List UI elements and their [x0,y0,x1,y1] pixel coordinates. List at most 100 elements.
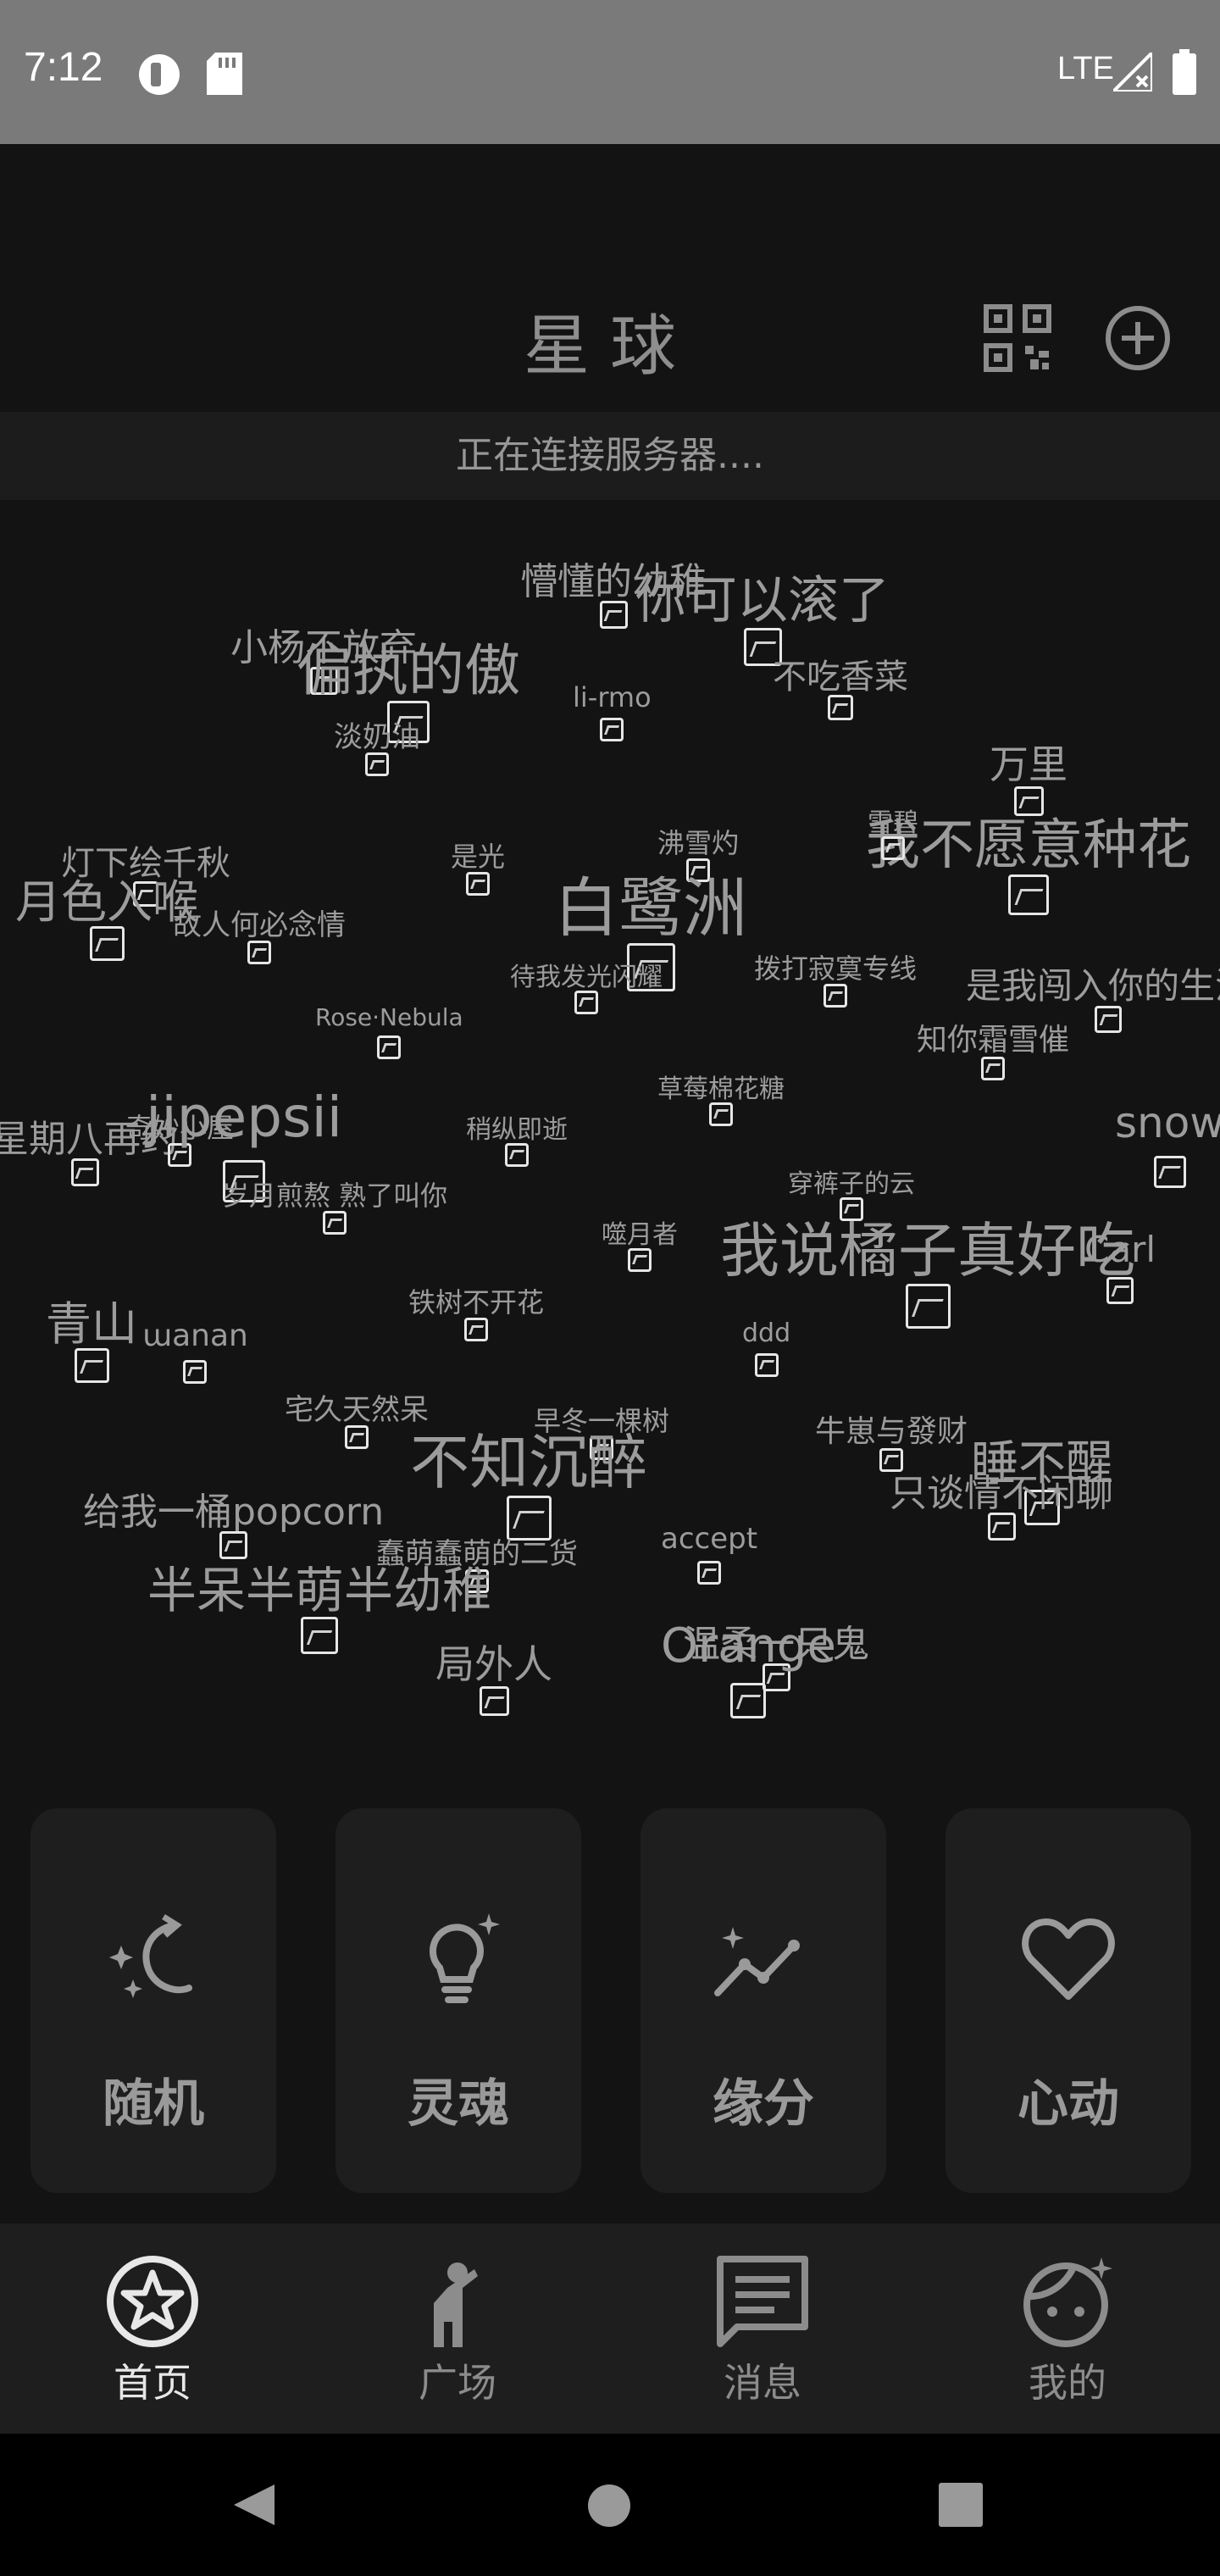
avatar-placeholder-icon[interactable] [479,1686,509,1717]
avatar-placeholder-icon[interactable] [905,1283,951,1329]
random-match-card[interactable]: 随机 [30,1808,276,2193]
cloud-user-name[interactable]: 雪碧 [868,802,918,839]
nav-label: 我的 [1029,2360,1106,2406]
cloud-user-name[interactable]: 拨打寂寞专线 [754,947,917,986]
card-label: 随机 [103,2074,204,2134]
avatar-placeholder-icon[interactable] [466,872,490,897]
vpn-icon [139,54,180,95]
network-type: LTE [1057,51,1114,86]
avatar-placeholder-icon[interactable] [697,1560,722,1585]
cloud-user-name[interactable]: 故人何必念情 [173,902,346,943]
profile-face-icon [1023,2257,1112,2347]
avatar-placeholder-icon[interactable] [628,1247,652,1272]
cloud-user-name[interactable]: Orange [661,1618,836,1674]
message-icon [717,2256,808,2347]
nav-home[interactable]: 首页 [0,2223,305,2434]
cloud-user-name[interactable]: 草莓棉花糖 [657,1068,785,1105]
cloud-user-name[interactable]: 噬月者 [602,1213,678,1251]
cloud-user-name[interactable]: li-rmo [573,681,652,713]
qr-scan-button[interactable] [983,303,1052,373]
cloud-user-name[interactable]: 只谈情不闲聊 [890,1463,1113,1517]
cloud-user-name[interactable]: 淡奶油 [334,713,420,755]
avatar-placeholder-icon[interactable] [828,695,853,720]
avatar-placeholder-icon[interactable] [365,752,389,776]
avatar-placeholder-icon[interactable] [70,1158,99,1187]
cloud-user-name[interactable]: 月色入喉 [15,864,198,931]
status-time: 7:12 [24,45,103,90]
cloud-user-name[interactable]: 宅久天然呆 [285,1386,429,1428]
avatar-placeholder-icon[interactable] [981,1056,1005,1080]
avatar-placeholder-icon[interactable] [1153,1155,1186,1188]
avatar-placeholder-icon[interactable] [247,940,271,964]
app-header: 星球 [0,144,1220,412]
cloud-user-name[interactable]: 万里 [990,734,1068,790]
recents-icon[interactable] [939,2483,983,2527]
cloud-user-name[interactable]: 给我一桶popcorn [83,1481,384,1535]
cloud-user-name[interactable]: 知你霜雪催 [917,1015,1069,1059]
cloud-user-name[interactable]: ɯanan [142,1319,248,1353]
cloud-user-name[interactable]: accept [661,1522,757,1556]
nav-label: 首页 [114,2360,191,2406]
cloud-user-name[interactable]: 牛崽与發财 [815,1407,968,1451]
nav-messages[interactable]: 消息 [610,2223,915,2434]
avatar-placeholder-icon[interactable] [89,925,125,961]
avatar-placeholder-icon[interactable] [377,1035,402,1059]
signal-icon [1113,53,1152,92]
avatar-placeholder-icon[interactable] [323,1211,347,1235]
avatar-placeholder-icon[interactable] [301,1617,338,1655]
cloud-user-name[interactable]: 穿裤子的云 [788,1163,915,1200]
nav-plaza[interactable]: 广场 [305,2223,610,2434]
avatar-placeholder-icon[interactable] [345,1424,369,1449]
cloud-user-name[interactable]: 稍纵即逝 [466,1108,568,1146]
cloud-user-name[interactable]: 不吃香菜 [773,649,908,698]
cloud-user-name[interactable]: 我说橘子真好吃 [720,1203,1135,1289]
card-label: 缘分 [713,2074,814,2134]
cloud-user-name[interactable]: 偏执的傲 [297,625,520,707]
sd-card-icon [207,53,242,95]
cloud-user-name[interactable]: 白鹭洲 [554,856,747,949]
fate-match-card[interactable]: 缘分 [640,1808,886,2193]
cloud-user-name[interactable]: 半呆半萌半幼稚 [147,1551,491,1622]
cloud-user-name[interactable]: 不知沉醉 [410,1415,647,1501]
back-icon[interactable] [230,2481,278,2529]
heartbeat-card[interactable]: 心动 [946,1808,1191,2193]
cloud-user-name[interactable]: 是光 [451,836,505,874]
home-icon[interactable] [586,2483,632,2529]
card-label: 灵魂 [408,2074,509,2134]
avatar-placeholder-icon[interactable] [599,601,628,630]
cloud-user-name[interactable]: 岁月煎熬 熟了叫你 [222,1174,447,1213]
avatar-placeholder-icon[interactable] [754,1352,779,1377]
cloud-user-name[interactable]: Carl [1084,1229,1156,1270]
avatar-placeholder-icon[interactable] [730,1682,767,1718]
nav-profile[interactable]: 我的 [915,2223,1220,2434]
heart-icon [1022,1918,1115,2000]
cloud-user-name[interactable]: ddd [742,1319,790,1348]
add-circle-button[interactable] [1103,303,1173,373]
cloud-user-name[interactable]: 你可以滚了 [635,559,890,633]
avatar-placeholder-icon[interactable] [709,1102,733,1126]
avatar-placeholder-icon[interactable] [574,990,598,1014]
cloud-user-name[interactable]: Rose·Nebula [315,1003,463,1031]
avatar-placeholder-icon[interactable] [1008,874,1049,916]
cloud-user-name[interactable]: jipepsii [146,1085,342,1150]
system-nav-bar [0,2434,1220,2576]
avatar-placeholder-icon[interactable] [505,1142,529,1167]
avatar-placeholder-icon[interactable] [464,1318,488,1342]
cloud-user-name[interactable]: 铁树不开花 [408,1281,544,1320]
avatar-placeholder-icon[interactable] [600,718,624,742]
avatar-placeholder-icon[interactable] [1095,1005,1122,1033]
cloud-user-name[interactable]: snow [1115,1098,1220,1147]
cloud-user-name[interactable]: 青山 [46,1286,137,1353]
avatar-placeholder-icon[interactable] [74,1347,109,1383]
avatar-placeholder-icon[interactable] [183,1359,208,1384]
cloud-user-name[interactable]: 局外人 [435,1634,552,1690]
avatar-placeholder-icon[interactable] [1106,1276,1134,1304]
battery-icon [1173,49,1196,95]
plaza-person-icon [434,2262,478,2347]
avatar-placeholder-icon[interactable] [824,984,847,1008]
cloud-user-name[interactable]: 是我闯入你的生活 [966,958,1220,1009]
avatar-placeholder-icon[interactable] [987,1513,1016,1541]
cloud-user-name[interactable]: 待我发光闪耀 [510,956,663,993]
avatar-placeholder-icon[interactable] [881,836,905,860]
soul-match-card[interactable]: 灵魂 [336,1808,581,2193]
